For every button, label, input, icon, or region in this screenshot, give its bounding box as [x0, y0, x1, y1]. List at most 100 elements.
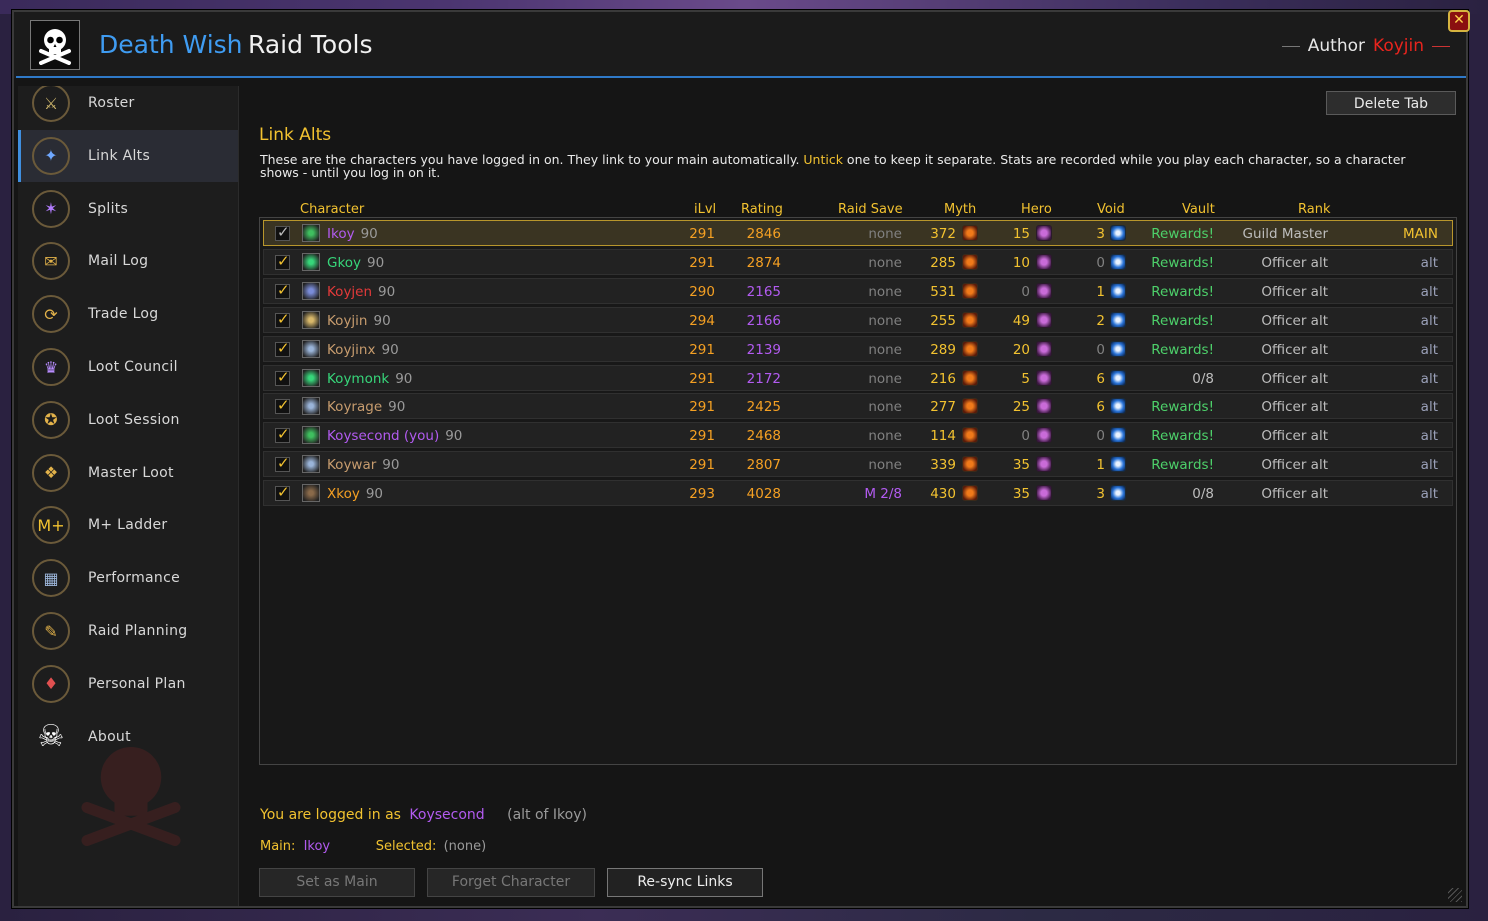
sidebar-item-link-alts[interactable]: ✦ Link Alts [18, 129, 238, 182]
header-divider [16, 76, 1466, 78]
roster-icon: ⚔ [32, 86, 70, 122]
author-credit: Author Koyjin [1281, 36, 1450, 56]
sidebar-item-splits[interactable]: ✶ Splits [18, 183, 238, 235]
character-role: alt [1420, 341, 1438, 358]
link-checkbox[interactable] [275, 252, 290, 270]
character-row[interactable]: Koywar 90 291 2807 none 339 35 1 Rewards! Officer… [263, 451, 1453, 478]
column-header-ilvl[interactable]: iLvl [694, 202, 716, 217]
vault-status: Rewards! [1151, 226, 1214, 242]
link-checkbox[interactable] [275, 454, 290, 473]
link-checkbox[interactable] [275, 368, 290, 386]
rating-value: 2425 [746, 399, 781, 416]
character-name-cell: Koyjen 90 [327, 284, 395, 300]
void-count: 0 [1096, 428, 1105, 445]
void-count: 6 [1096, 370, 1105, 387]
character-row[interactable]: Koyjin 90 294 2166 none 255 49 2 Rewards! Officer… [263, 306, 1453, 333]
ilvl-value: 291 [689, 457, 715, 474]
guild-rank: Guild Master [1242, 226, 1328, 242]
sidebar-item-loot-session[interactable]: ✪ Loot Session [18, 394, 238, 446]
sidebar-item-loot-council[interactable]: ♛ Loot Council [18, 341, 238, 393]
column-header-void[interactable]: Void [1097, 202, 1125, 217]
column-header-character[interactable]: Character [300, 202, 364, 217]
character-row[interactable]: Xkoy 90 293 4028 M 2/8 430 35 3 0/8 Officer alt al… [263, 480, 1453, 507]
guild-rank: Officer alt [1261, 254, 1328, 271]
sidebar-item-label: Loot Session [88, 411, 180, 428]
column-header-raid-save[interactable]: Raid Save [838, 202, 903, 217]
forget-character-button[interactable]: Forget Character [427, 868, 595, 897]
character-row[interactable]: Ikoy 90 291 2846 none 372 15 3 Rewards! Guild Mas… [263, 220, 1453, 246]
myth-count: 531 [930, 283, 956, 300]
master-loot-icon: ❖ [32, 453, 70, 492]
raid-save-value: none [868, 312, 902, 329]
column-header-rating[interactable]: Rating [741, 202, 783, 217]
character-level: 90 [388, 399, 406, 416]
myth-count: 289 [930, 341, 956, 358]
void-track-icon [1110, 311, 1126, 328]
sidebar-item-mail-log[interactable]: ✉ Mail Log [18, 235, 238, 287]
class-icon [302, 484, 320, 503]
character-row[interactable]: Koymonk 90 291 2172 none 216 5 6 0/8 Officer alt a… [263, 364, 1453, 391]
delete-tab-button[interactable]: Delete Tab [1326, 91, 1456, 115]
personal-plan-icon: ♦ [32, 664, 70, 703]
close-button[interactable]: ✕ [1448, 10, 1470, 32]
sidebar-item-performance[interactable]: ▦ Performance [18, 552, 238, 604]
hero-track-icon [1036, 485, 1052, 502]
sidebar-item-about[interactable]: ☠ About [18, 711, 238, 763]
character-row[interactable]: Koysecond (you) 90 291 2468 none 114 0 0 Rewards… [263, 422, 1453, 449]
addon-logo [30, 20, 80, 70]
character-name-cell: Koysecond (you) 90 [327, 428, 462, 444]
myth-count: 114 [930, 428, 956, 445]
mail-icon: ✉ [32, 242, 70, 281]
link-checkbox[interactable] [275, 281, 290, 299]
column-header-myth[interactable]: Myth [944, 202, 976, 217]
character-row[interactable]: Koyrage 90 291 2425 none 277 25 6 Rewards! Office… [263, 393, 1453, 420]
link-checkbox[interactable] [275, 396, 290, 415]
hero-count: 15 [1012, 226, 1030, 242]
sidebar-item-label: Master Loot [88, 464, 174, 481]
characters-table: Ikoy902912846none372153Rewards!Guild Mas… [259, 217, 1457, 765]
sidebar-item-raid-planning[interactable]: ✎ Raid Planning [18, 605, 238, 657]
window-header[interactable]: Death Wish Raid Tools Author Koyjin [14, 12, 1466, 78]
column-header-rank[interactable]: Rank [1298, 202, 1330, 217]
column-header-vault[interactable]: Vault [1182, 202, 1215, 217]
void-count: 1 [1096, 283, 1105, 300]
character-name-cell: Koywar 90 [327, 457, 399, 473]
hero-track-icon [1036, 369, 1052, 386]
set-as-main-button[interactable]: Set as Main [259, 868, 415, 897]
vault-status: Rewards! [1151, 283, 1214, 300]
ilvl-value: 291 [689, 341, 715, 358]
link-checkbox[interactable] [275, 483, 290, 502]
sidebar-item-m-ladder[interactable]: M+ M+ Ladder [18, 499, 238, 551]
ilvl-value: 291 [689, 226, 715, 242]
sidebar-item-roster[interactable]: ⚔ Roster [18, 86, 238, 129]
resync-links-button[interactable]: Re-sync Links [607, 868, 763, 897]
character-row[interactable]: Koyjinx 90 291 2139 none 289 20 0 Rewards! Office… [263, 335, 1453, 362]
sidebar-item-master-loot[interactable]: ❖ Master Loot [18, 447, 238, 499]
class-icon [302, 339, 320, 358]
column-header-hero[interactable]: Hero [1021, 202, 1052, 217]
character-level: 90 [381, 341, 399, 358]
link-checkbox[interactable] [275, 339, 290, 357]
hero-count: 49 [1012, 312, 1030, 329]
character-row[interactable]: Koyjen 90 290 2165 none 531 0 1 Rewards! Officer … [263, 277, 1453, 304]
link-checkbox[interactable] [275, 310, 290, 328]
character-role: alt [1420, 254, 1438, 271]
link-checkbox[interactable] [275, 425, 290, 444]
ilvl-value: 291 [689, 254, 715, 271]
character-row[interactable]: Gkoy 90 291 2874 none 285 10 0 Rewards! Officer a… [263, 248, 1453, 275]
loot-session-icon: ✪ [32, 400, 70, 439]
sidebar-item-personal-plan[interactable]: ♦ Personal Plan [18, 658, 238, 710]
hero-count: 0 [1021, 428, 1030, 445]
section-description: These are the characters you have logged… [260, 153, 1430, 179]
resize-grip[interactable] [1448, 888, 1462, 902]
hero-track-icon [1036, 311, 1052, 328]
link-checkbox[interactable] [275, 223, 290, 241]
ilvl-value: 291 [689, 399, 715, 416]
myth-count: 277 [930, 399, 956, 416]
hero-track-icon [1036, 282, 1052, 299]
void-count: 0 [1096, 341, 1105, 358]
ilvl-value: 294 [689, 312, 715, 329]
close-icon: ✕ [1453, 12, 1465, 28]
hero-count: 20 [1012, 341, 1030, 358]
sidebar-item-trade-log[interactable]: ⟳ Trade Log [18, 288, 238, 340]
